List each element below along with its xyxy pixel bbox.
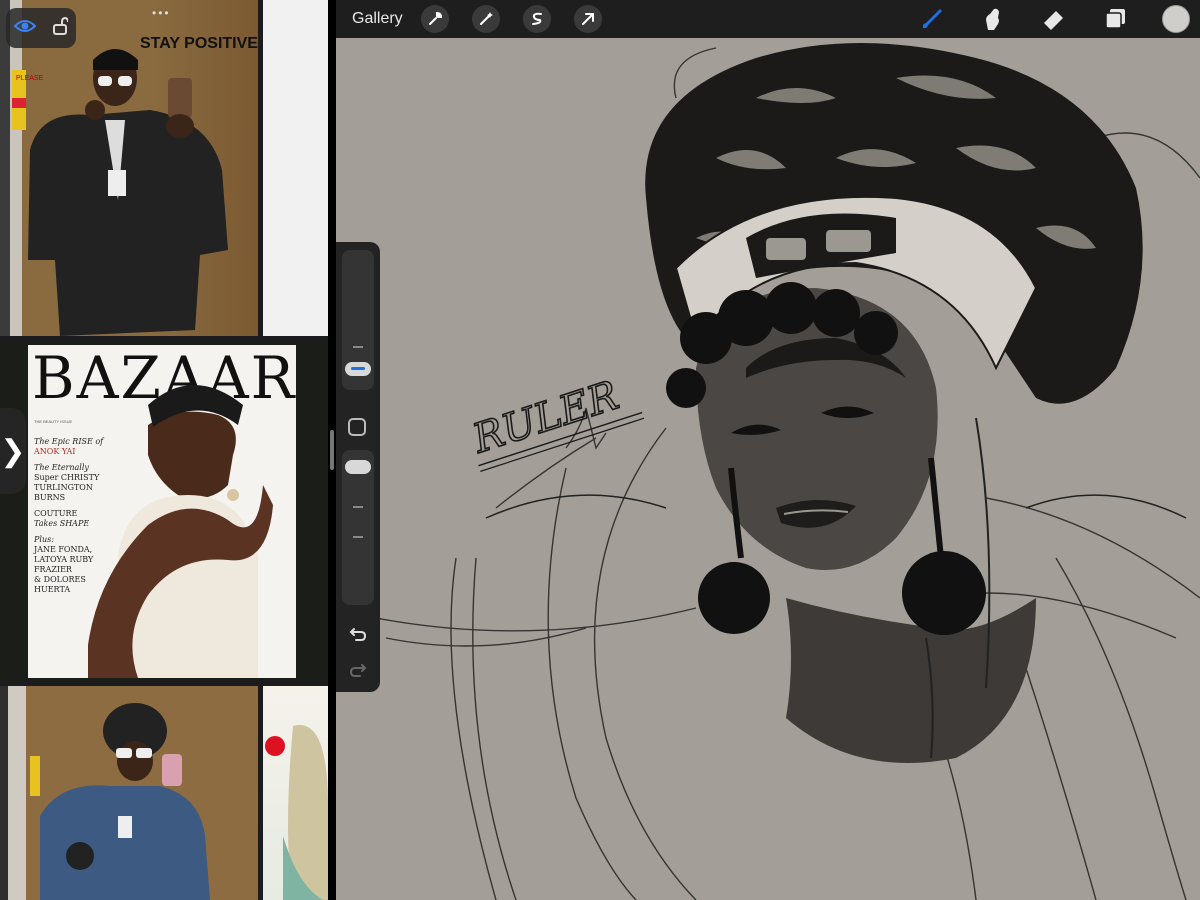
brush-size-slider[interactable] <box>342 250 374 390</box>
photo-figure-illustration: PLEASE STAY POSITIVE <box>12 35 258 336</box>
split-view-handle[interactable] <box>330 430 334 470</box>
magazine-cover[interactable]: BAZAAR THE BEAUTY ISSUE The Epic RISE of… <box>28 345 296 678</box>
magazine-model-illustration <box>88 385 273 678</box>
lock-open-icon[interactable] <box>52 16 69 40</box>
right-tool-group <box>918 0 1200 38</box>
slider-tick <box>353 346 363 348</box>
reference-toggle-group <box>6 8 76 48</box>
drawing-canvas[interactable]: RULER <box>336 38 1200 900</box>
brush-sidebar <box>336 242 380 692</box>
ruler-lettering: RULER <box>466 372 645 472</box>
adjustments-magic-wand-icon[interactable] <box>471 5 500 33</box>
redo-icon[interactable] <box>346 658 370 682</box>
undo-icon[interactable] <box>346 622 370 646</box>
procreate-app: Gallery RULER <box>336 0 1200 900</box>
smudge-icon[interactable] <box>979 5 1007 33</box>
reference-photo-selfie-denim[interactable] <box>0 686 258 900</box>
gallery-button[interactable]: Gallery <box>352 10 403 28</box>
layers-icon[interactable] <box>1101 5 1129 33</box>
brush-size-thumb[interactable] <box>345 362 371 376</box>
photo-illustration-art <box>265 725 328 900</box>
collapse-panel-chevron-icon[interactable]: ❯ <box>0 408 26 494</box>
reference-panel[interactable]: PLEASE STAY POSITIVE ••• BAZAAR THE BEAU… <box>0 0 328 900</box>
selection-icon[interactable] <box>522 5 551 33</box>
slider-tick <box>353 506 363 508</box>
top-toolbar: Gallery <box>336 0 1200 38</box>
actions-wrench-icon[interactable] <box>420 5 449 33</box>
svg-text:RULER: RULER <box>467 373 625 463</box>
brush-icon[interactable] <box>918 5 946 33</box>
reference-photo-illustration[interactable] <box>263 686 328 900</box>
transform-arrow-icon[interactable] <box>573 5 602 33</box>
slider-tick <box>353 536 363 538</box>
reference-photo-white[interactable] <box>263 0 328 336</box>
size-thumb-indicator <box>351 367 365 370</box>
color-swatch-button[interactable] <box>1162 5 1190 33</box>
sketch-artwork: RULER <box>375 43 1200 900</box>
more-options-icon[interactable]: ••• <box>152 6 171 20</box>
opacity-slider[interactable] <box>342 450 374 605</box>
sign-text: STAY POSITIVE <box>140 35 258 52</box>
eye-icon[interactable] <box>13 18 37 39</box>
modify-button[interactable] <box>348 418 366 436</box>
eraser-icon[interactable] <box>1040 5 1068 33</box>
reference-photo-selfie-suit[interactable]: PLEASE STAY POSITIVE <box>0 0 258 336</box>
opacity-thumb[interactable] <box>345 460 371 474</box>
photo-figure-illustration <box>30 703 210 900</box>
poster-text: PLEASE <box>16 75 44 82</box>
